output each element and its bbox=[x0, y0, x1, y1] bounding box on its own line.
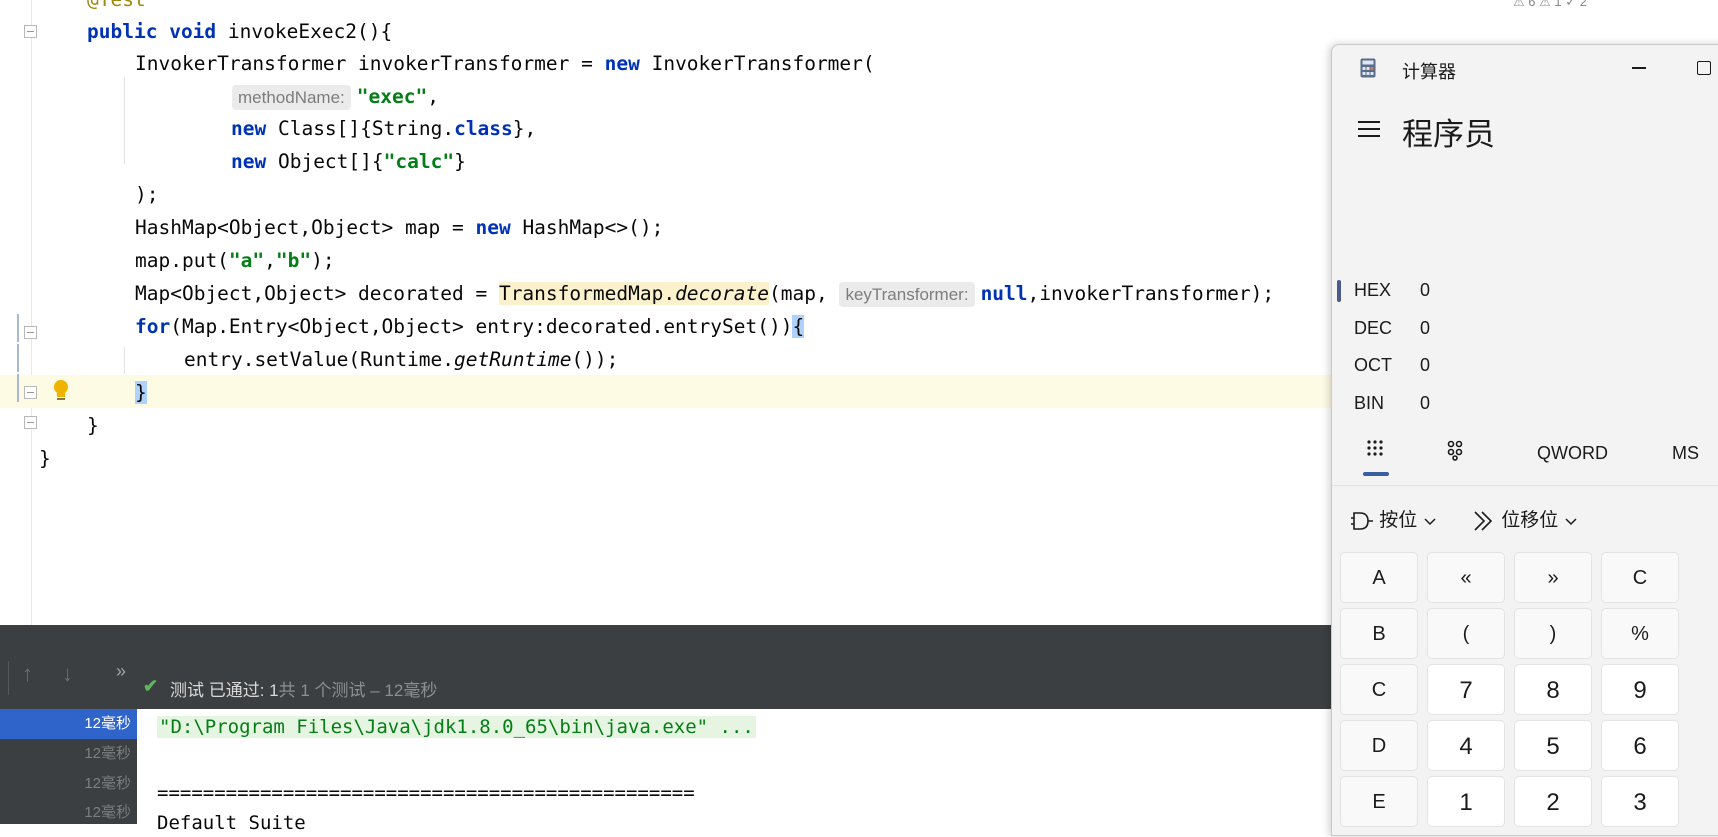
code-line: Map<Object,Object> decorated = Transform… bbox=[135, 282, 1275, 307]
vcs-change-marker[interactable] bbox=[17, 374, 19, 402]
key-2[interactable]: 2 bbox=[1514, 776, 1592, 827]
console-line: "D:\Program Files\Java\jdk1.8.0_65\bin\j… bbox=[157, 716, 756, 738]
calculator-app-icon bbox=[1360, 58, 1376, 78]
console-output[interactable]: "D:\Program Files\Java\jdk1.8.0_65\bin\j… bbox=[137, 709, 1335, 834]
radix-dec[interactable]: DEC 0 bbox=[1354, 310, 1430, 346]
maximize-icon[interactable] bbox=[1697, 61, 1711, 75]
arrow-down-icon[interactable]: ↓ bbox=[62, 661, 73, 687]
fold-marker[interactable] bbox=[24, 326, 37, 339]
gutter-divider bbox=[31, 0, 32, 625]
code-line: } bbox=[39, 447, 51, 470]
radix-selection-indicator bbox=[1337, 280, 1341, 302]
test-tree-row[interactable]: 12毫秒 bbox=[0, 709, 137, 739]
arrow-up-icon[interactable]: ↑ bbox=[22, 661, 33, 687]
code-line: new Class[]{String.class}, bbox=[231, 117, 537, 140]
more-icon[interactable]: » bbox=[116, 661, 126, 682]
key-3[interactable]: 3 bbox=[1601, 776, 1679, 827]
code-line: HashMap<Object,Object> map = new HashMap… bbox=[135, 216, 664, 239]
code-line: } bbox=[135, 381, 147, 404]
radix-oct[interactable]: OCT 0 bbox=[1354, 347, 1430, 383]
tab-selected-underline bbox=[1363, 472, 1389, 476]
key-6[interactable]: 6 bbox=[1601, 720, 1679, 771]
indent-guide bbox=[124, 347, 125, 374]
fold-marker[interactable] bbox=[24, 386, 37, 399]
calculator-window: 计算器 程序员 HEX 0 DEC 0 OCT 0 BIN 0 QWORD MS 按位 … bbox=[1331, 44, 1718, 836]
key-9[interactable]: 9 bbox=[1601, 664, 1679, 715]
key-close-paren[interactable]: ) bbox=[1514, 608, 1592, 659]
code-line: ); bbox=[135, 183, 159, 206]
key-8[interactable]: 8 bbox=[1514, 664, 1592, 715]
test-tree: 12毫秒 12毫秒 12毫秒 12毫秒 bbox=[0, 709, 137, 824]
vcs-change-marker[interactable] bbox=[17, 314, 19, 342]
key-hex-d[interactable]: D bbox=[1340, 720, 1418, 771]
memory-store-button[interactable]: MS bbox=[1672, 443, 1699, 464]
vcs-change-marker[interactable] bbox=[17, 344, 19, 372]
key-hex-c[interactable]: C bbox=[1340, 664, 1418, 715]
key-hex-e[interactable]: E bbox=[1340, 776, 1418, 827]
key-open-paren[interactable]: ( bbox=[1427, 608, 1505, 659]
parameter-hint: methodName: bbox=[232, 85, 351, 110]
check-icon: ✔ bbox=[143, 676, 159, 696]
fold-marker[interactable] bbox=[24, 416, 37, 429]
key-4[interactable]: 4 bbox=[1427, 720, 1505, 771]
calculator-mode-title: 程序员 bbox=[1402, 117, 1495, 152]
inspection-badges[interactable]: ⚠ 6 ⚠ 1 ✓ 2 bbox=[1513, 0, 1587, 9]
window-title: 计算器 bbox=[1402, 62, 1456, 82]
hamburger-menu-icon[interactable] bbox=[1358, 120, 1380, 138]
code-line: InvokerTransformer invokerTransformer = … bbox=[135, 52, 875, 75]
radix-hex[interactable]: HEX 0 bbox=[1354, 272, 1430, 308]
key-modulo[interactable]: % bbox=[1601, 608, 1679, 659]
run-tool-window-header bbox=[0, 625, 1335, 649]
code-line: for(Map.Entry<Object,Object> entry:decor… bbox=[135, 315, 805, 338]
calculator-divider bbox=[1332, 485, 1718, 486]
key-hex-a[interactable]: A bbox=[1340, 552, 1418, 603]
word-size-button[interactable]: QWORD bbox=[1537, 443, 1608, 464]
key-5[interactable]: 5 bbox=[1514, 720, 1592, 771]
test-status-text: 测试 已通过: 1共 1 个测试 – 12毫秒 bbox=[170, 681, 438, 700]
logic-gate-icon bbox=[1351, 512, 1373, 530]
toolbar-divider bbox=[8, 661, 9, 695]
bitwise-dropdown[interactable]: 按位 bbox=[1350, 505, 1437, 532]
test-tree-row[interactable]: 12毫秒 bbox=[0, 739, 137, 769]
code-line: } bbox=[87, 414, 99, 437]
bit-toggle-keypad-icon[interactable] bbox=[1444, 438, 1468, 462]
key-right-shift[interactable]: » bbox=[1514, 552, 1592, 603]
code-line: methodName: "exec", bbox=[232, 80, 439, 113]
bitshift-dropdown[interactable]: 位移位 bbox=[1472, 505, 1578, 533]
code-line-method-signature: public void invokeExec2(){ bbox=[87, 20, 393, 43]
radix-bin[interactable]: BIN 0 bbox=[1354, 385, 1430, 421]
console-line: ========================================… bbox=[157, 782, 695, 804]
key-left-shift[interactable]: « bbox=[1427, 552, 1505, 603]
console-line: Default Suite bbox=[157, 812, 306, 834]
full-keypad-icon[interactable] bbox=[1365, 438, 1389, 462]
code-line: @Test bbox=[87, 0, 146, 16]
fold-marker[interactable] bbox=[24, 25, 37, 38]
test-tree-row[interactable]: 12毫秒 bbox=[0, 769, 137, 799]
key-7[interactable]: 7 bbox=[1427, 664, 1505, 715]
code-line: new Object[]{"calc"} bbox=[231, 150, 466, 173]
indent-guide bbox=[124, 77, 125, 164]
parameter-hint: keyTransformer: bbox=[839, 282, 975, 307]
code-line: map.put("a","b"); bbox=[135, 249, 335, 272]
chevron-down-icon bbox=[1424, 518, 1436, 526]
key-clear[interactable]: C bbox=[1601, 552, 1679, 603]
lightbulb-icon[interactable] bbox=[52, 379, 70, 403]
key-hex-b[interactable]: B bbox=[1340, 608, 1418, 659]
bit-shift-icon bbox=[1474, 511, 1493, 531]
caret-row-highlight bbox=[0, 375, 1335, 408]
minimize-icon[interactable] bbox=[1632, 67, 1646, 69]
code-line: entry.setValue(Runtime.getRuntime()); bbox=[184, 348, 619, 371]
chevron-down-icon bbox=[1565, 518, 1577, 526]
key-1[interactable]: 1 bbox=[1427, 776, 1505, 827]
